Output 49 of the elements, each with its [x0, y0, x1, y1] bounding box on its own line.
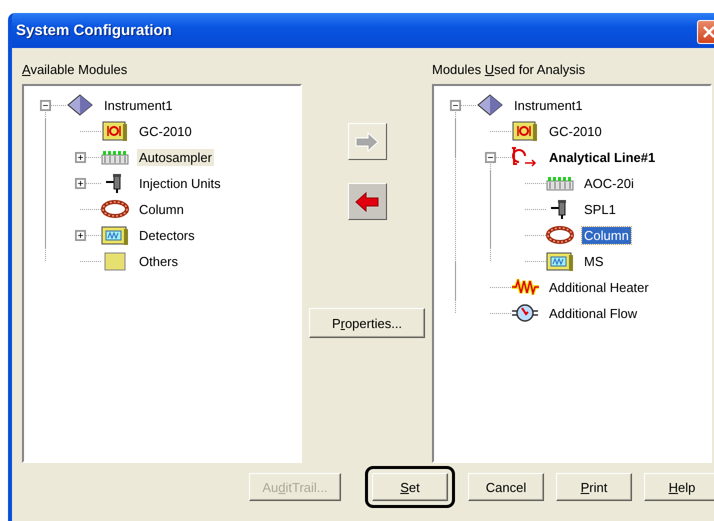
- window-title: System Configuration: [16, 22, 172, 39]
- tree-item[interactable]: Analytical Line#1: [547, 148, 658, 166]
- tree-item[interactable]: MS: [582, 252, 606, 270]
- tree-item[interactable]: Detectors: [137, 226, 197, 244]
- collapse-icon[interactable]: [450, 100, 460, 110]
- instrument-diamond-icon: [476, 94, 504, 116]
- tree-item[interactable]: Others: [137, 252, 180, 270]
- collapse-icon[interactable]: [484, 152, 496, 162]
- tree-item[interactable]: AOC-20i: [582, 174, 636, 192]
- tree-item[interactable]: Autosampler: [137, 148, 214, 166]
- coil-ring-icon: [101, 200, 129, 218]
- dialog-button[interactable]: Print: [556, 473, 632, 501]
- tree-item[interactable]: SPL1: [582, 200, 618, 218]
- gc-oven-icon: [102, 120, 128, 142]
- tree-item[interactable]: Additional Flow: [547, 304, 640, 322]
- gc-oven-icon: [512, 120, 538, 142]
- detector-box-icon: [101, 224, 129, 246]
- dialog-button[interactable]: Help: [644, 473, 714, 501]
- coil-ring-icon: [546, 226, 574, 244]
- move-left-button[interactable]: [348, 183, 386, 220]
- tree-item[interactable]: Column: [137, 200, 186, 218]
- tree-item[interactable]: Injection Units: [137, 174, 223, 192]
- sample-rack-icon: [546, 175, 574, 191]
- tree-item[interactable]: Instrument1: [102, 96, 175, 114]
- panel-label: Available Modules: [22, 62, 128, 79]
- tree-item[interactable]: Instrument1: [512, 96, 585, 114]
- sample-rack-icon: [101, 149, 129, 165]
- instrument-diamond-icon: [66, 94, 94, 116]
- expand-icon[interactable]: [74, 230, 86, 240]
- tree-item[interactable]: Additional Heater: [547, 278, 651, 296]
- tree-item[interactable]: GC-2010: [137, 122, 194, 140]
- square-icon: [103, 251, 127, 271]
- loop-arrow-icon: [511, 146, 539, 168]
- tree-item[interactable]: GC-2010: [547, 122, 604, 140]
- panel-label: Modules Used for Analysis: [432, 62, 586, 79]
- flow-gauge-icon: [511, 302, 539, 324]
- dialog-button[interactable]: Cancel: [468, 473, 544, 501]
- collapse-icon[interactable]: [40, 100, 50, 110]
- left-arrow-icon: [355, 192, 379, 212]
- tree-panel[interactable]: Instrument1 GC-2010 Autosampler Injection Units Column Detectors Others: [22, 84, 302, 463]
- tree-panel[interactable]: Instrument1 GC-2010 Analytical Line#1 AOC-20i SPL1 Column MS Additional Heater Additional Flow: [432, 84, 712, 463]
- expand-icon[interactable]: [74, 178, 86, 188]
- detector-box-icon: [546, 250, 574, 272]
- close-button[interactable]: [697, 20, 714, 44]
- properties-button[interactable]: Properties...: [309, 308, 425, 338]
- expand-icon[interactable]: [74, 152, 86, 162]
- heater-zigzag-icon: [511, 279, 539, 295]
- right-arrow-icon: [355, 132, 379, 152]
- tree-item[interactable]: Column: [582, 226, 631, 244]
